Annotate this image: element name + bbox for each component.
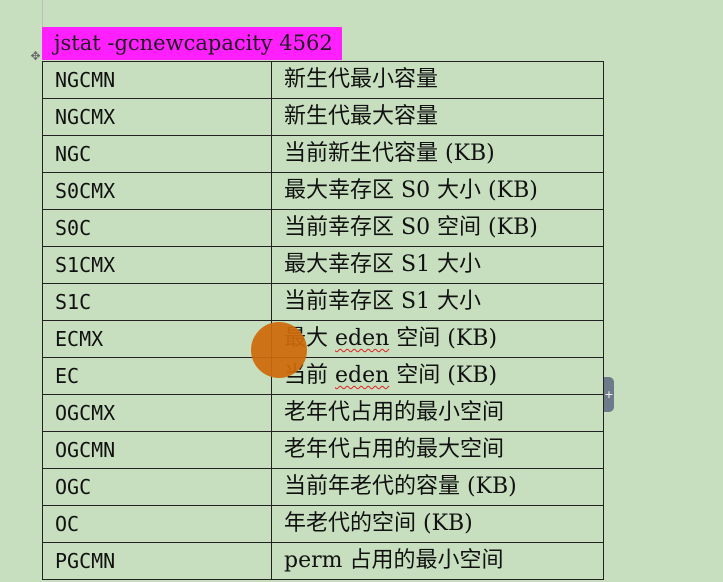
table-row: OGCMX 老年代占用的最小空间 bbox=[42, 394, 604, 432]
table-cell-key[interactable]: PGCMN bbox=[42, 542, 272, 580]
table-row: PGCMN perm 占用的最小空间 bbox=[42, 542, 604, 580]
table-cell-description[interactable]: 当前年老代的容量 (KB) bbox=[271, 468, 604, 506]
table-cell-key[interactable]: EC bbox=[42, 357, 272, 395]
table-cell-description[interactable]: 新生代最大容量 bbox=[271, 98, 604, 136]
table-cell-key[interactable]: OC bbox=[42, 505, 272, 543]
table-cell-description[interactable]: perm 占用的最小空间 bbox=[271, 542, 604, 580]
table-row: OC 年老代的空间 (KB) bbox=[42, 505, 604, 543]
table-cell-key[interactable]: S0C bbox=[42, 209, 272, 247]
table-cell-description[interactable]: 最大幸存区 S1 大小 bbox=[271, 246, 604, 284]
table-cell-key[interactable]: S1CMX bbox=[42, 246, 272, 284]
table-cell-key[interactable]: ECMX bbox=[42, 320, 272, 358]
gc-capacity-table: NGCMN 新生代最小容量 NGCMX 新生代最大容量 NGC 当前新生代容量 … bbox=[42, 61, 604, 580]
table-row: NGC 当前新生代容量 (KB) bbox=[42, 135, 604, 173]
table-row: S1C 当前幸存区 S1 大小 bbox=[42, 283, 604, 321]
plus-icon[interactable]: + bbox=[604, 377, 614, 412]
table-cell-key[interactable]: OGCMN bbox=[42, 431, 272, 469]
table-cell-key[interactable]: NGC bbox=[42, 135, 272, 173]
table-cell-key[interactable]: S0CMX bbox=[42, 172, 272, 210]
table-cell-description[interactable]: 老年代占用的最小空间 bbox=[271, 394, 604, 432]
table-row: S1CMX 最大幸存区 S1 大小 bbox=[42, 246, 604, 284]
cursor-highlight bbox=[251, 322, 307, 378]
table-row: NGCMN 新生代最小容量 bbox=[42, 61, 604, 99]
page-title: jstat -gcnewcapacity 4562 bbox=[42, 27, 342, 60]
table-cell-description[interactable]: 当前幸存区 S1 大小 bbox=[271, 283, 604, 321]
table-cell-key[interactable]: OGCMX bbox=[42, 394, 272, 432]
move-arrows-icon[interactable]: ✥ bbox=[29, 50, 42, 63]
table-cell-description[interactable]: 最大 eden 空间 (KB) bbox=[271, 320, 604, 358]
table-row: EC 当前 eden 空间 (KB) bbox=[42, 357, 604, 395]
table-cell-description[interactable]: 新生代最小容量 bbox=[271, 61, 604, 99]
table-cell-key[interactable]: S1C bbox=[42, 283, 272, 321]
table-row: S0C 当前幸存区 S0 空间 (KB) bbox=[42, 209, 604, 247]
table-cell-key[interactable]: OGC bbox=[42, 468, 272, 506]
table-cell-key[interactable]: NGCMN bbox=[42, 61, 272, 99]
table-cell-description[interactable]: 当前幸存区 S0 空间 (KB) bbox=[271, 209, 604, 247]
table-cell-description[interactable]: 年老代的空间 (KB) bbox=[271, 505, 604, 543]
spellcheck-word: eden bbox=[335, 326, 390, 351]
table-row: S0CMX 最大幸存区 S0 大小 (KB) bbox=[42, 172, 604, 210]
table-cell-key[interactable]: NGCMX bbox=[42, 98, 272, 136]
table-row: OGC 当前年老代的容量 (KB) bbox=[42, 468, 604, 506]
spellcheck-word: eden bbox=[335, 363, 390, 388]
table-cell-description[interactable]: 最大幸存区 S0 大小 (KB) bbox=[271, 172, 604, 210]
table-row: NGCMX 新生代最大容量 bbox=[42, 98, 604, 136]
table-cell-description[interactable]: 当前 eden 空间 (KB) bbox=[271, 357, 604, 395]
table-row: ECMX 最大 eden 空间 (KB) bbox=[42, 320, 604, 358]
table-cell-description[interactable]: 当前新生代容量 (KB) bbox=[271, 135, 604, 173]
table-row: OGCMN 老年代占用的最大空间 bbox=[42, 431, 604, 469]
table-cell-description[interactable]: 老年代占用的最大空间 bbox=[271, 431, 604, 469]
page-margin-rule bbox=[42, 0, 43, 28]
